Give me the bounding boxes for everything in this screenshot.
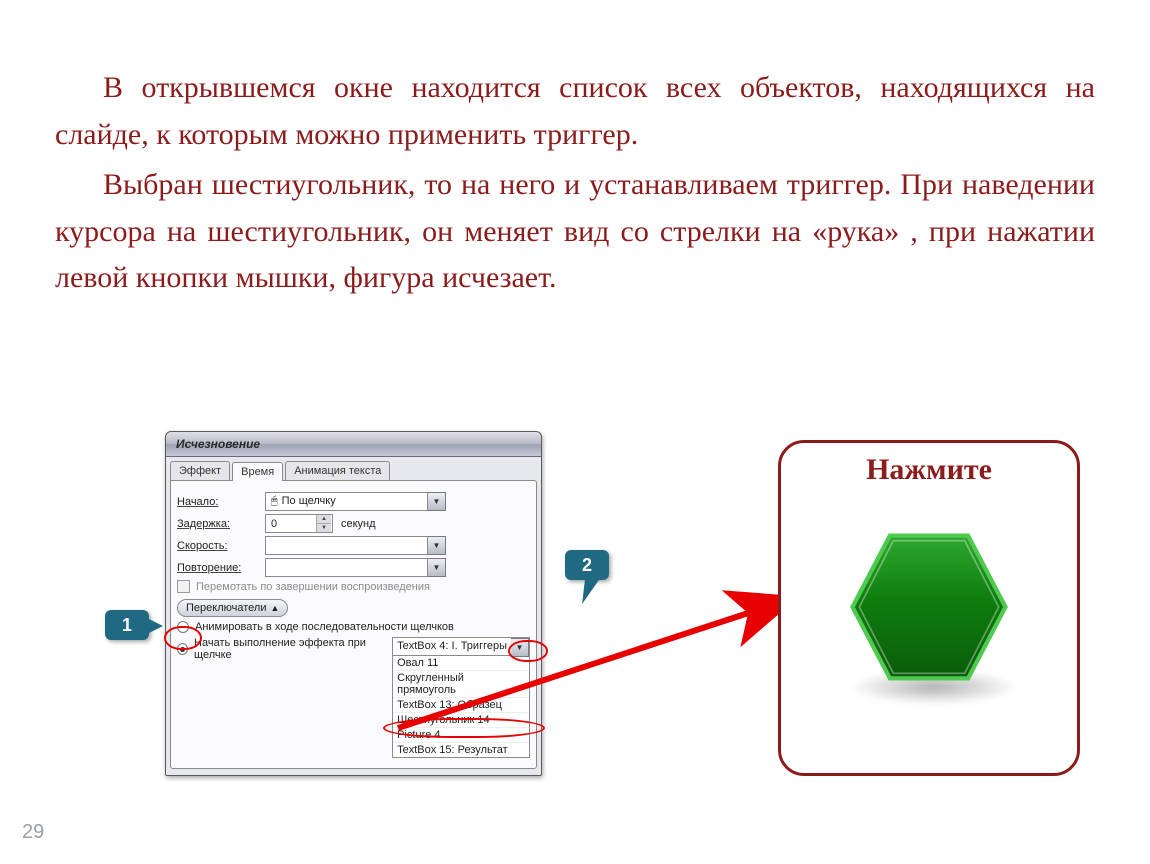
rewind-checkbox[interactable]: Перемотать по завершении воспроизведения bbox=[177, 580, 530, 593]
tab-text-anim[interactable]: Анимация текста bbox=[285, 461, 390, 480]
delay-spinner[interactable]: ▲▼ bbox=[316, 515, 331, 532]
list-item[interactable]: TextBox 15: Результат bbox=[393, 742, 529, 757]
hexagon-icon bbox=[844, 522, 1014, 692]
page-number: 29 bbox=[22, 821, 44, 844]
label-repeat: Повторение: bbox=[177, 562, 257, 574]
radio-sequence[interactable]: Анимировать в ходе последовательности ще… bbox=[177, 621, 530, 633]
dialog-body: Начало: 🖱По щелчку ▼ Задержка: 0 ▲▼ секу… bbox=[170, 480, 537, 769]
tab-effect[interactable]: Эффект bbox=[170, 461, 230, 480]
label-seconds: секунд bbox=[341, 518, 376, 530]
list-item[interactable]: TextBox 13: Образец bbox=[393, 697, 529, 712]
list-item[interactable]: Овал 11 bbox=[393, 656, 529, 670]
paragraph-2: Выбран шестиугольник, то на него и устан… bbox=[55, 162, 1095, 302]
speed-dropdown-button[interactable]: ▼ bbox=[428, 536, 446, 555]
start-dropdown-button[interactable]: ▼ bbox=[428, 492, 446, 511]
trigger-object-dropdown[interactable]: TextBox 4: I. Триггеры ▼ Овал 11 Скругле… bbox=[392, 637, 530, 758]
effect-dialog: Исчезновение Эффект Время Анимация текст… bbox=[165, 431, 542, 776]
mouse-icon: 🖱 bbox=[271, 495, 278, 507]
repeat-dropdown-button[interactable]: ▼ bbox=[428, 558, 446, 577]
callout-1: 1 bbox=[105, 610, 149, 640]
trigger-dropdown-button[interactable]: ▼ bbox=[511, 638, 529, 657]
list-item[interactable]: Picture 4 bbox=[393, 727, 529, 742]
label-start: Начало: bbox=[177, 496, 257, 508]
repeat-field[interactable] bbox=[265, 558, 428, 577]
tab-time[interactable]: Время bbox=[232, 462, 283, 481]
list-item[interactable]: Скругленный прямоуголь bbox=[393, 670, 529, 697]
start-field[interactable]: 🖱По щелчку bbox=[265, 492, 428, 511]
paragraph-1: В открывшемся окне находится список всех… bbox=[55, 65, 1095, 158]
body-text: В открывшемся окне находится список всех… bbox=[55, 65, 1095, 306]
label-delay: Задержка: bbox=[177, 518, 257, 530]
radio-icon bbox=[177, 621, 189, 633]
dialog-title: Исчезновение bbox=[166, 432, 541, 457]
trigger-dropdown-list[interactable]: Овал 11 Скругленный прямоуголь TextBox 1… bbox=[392, 656, 530, 758]
list-item[interactable]: Шестиугольник 14 bbox=[393, 712, 529, 727]
tab-bar: Эффект Время Анимация текста bbox=[166, 457, 541, 480]
radio-on-click[interactable]: Начать выполнение эффекта при щелчке bbox=[177, 637, 386, 661]
toggles-button[interactable]: Переключатели▲ bbox=[177, 599, 288, 617]
hexagon-button[interactable] bbox=[819, 497, 1039, 717]
delay-field[interactable]: 0 ▲▼ bbox=[265, 514, 333, 533]
click-caption: Нажмите bbox=[866, 453, 992, 487]
trigger-selected-value: TextBox 4: I. Триггеры bbox=[393, 638, 511, 655]
label-speed: Скорость: bbox=[177, 540, 257, 552]
radio-icon-selected bbox=[177, 643, 188, 655]
checkbox-icon bbox=[177, 580, 190, 593]
presentation-slide: В открывшемся окне находится список всех… bbox=[0, 0, 1150, 864]
speed-field[interactable] bbox=[265, 536, 428, 555]
click-panel: Нажмите bbox=[778, 440, 1080, 776]
callout-2: 2 bbox=[565, 550, 609, 580]
